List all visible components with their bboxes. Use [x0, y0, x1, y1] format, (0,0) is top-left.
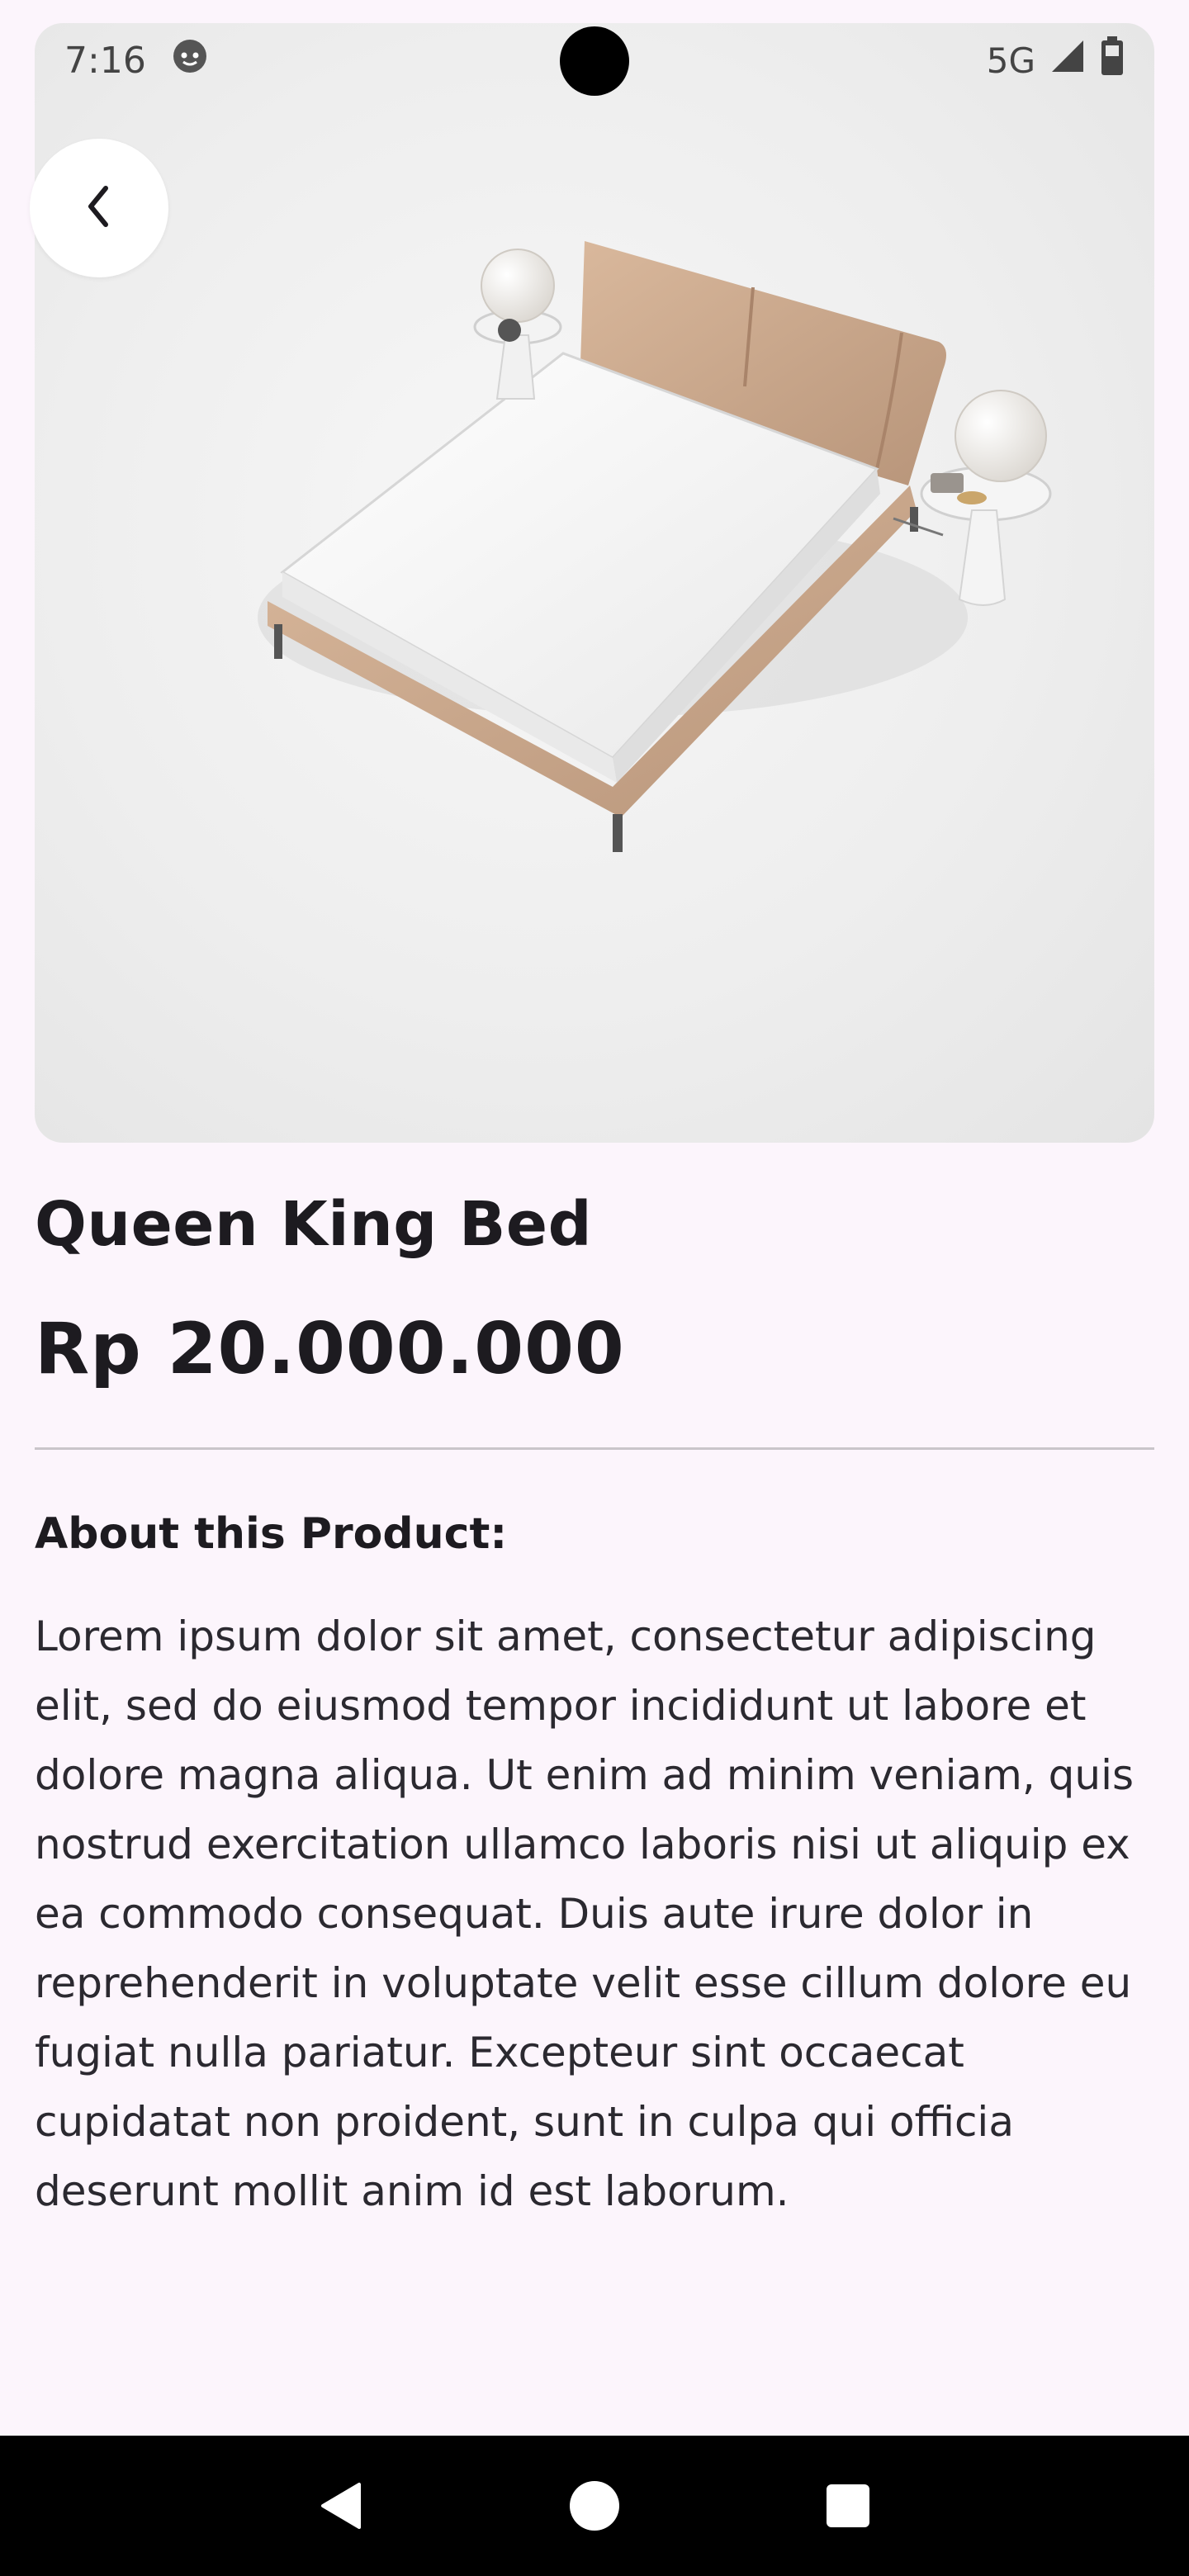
- about-heading: About this Product:: [35, 1509, 508, 1559]
- product-name: Queen King Bed: [35, 1189, 593, 1260]
- product-price: Rp 20.000.000: [35, 1308, 625, 1390]
- back-triangle-icon[interactable]: [308, 2473, 374, 2539]
- status-left: 7:16: [64, 37, 209, 84]
- battery-icon: [1100, 36, 1125, 84]
- product-image: [35, 23, 1154, 1143]
- back-button[interactable]: [30, 139, 168, 277]
- divider: [35, 1447, 1154, 1450]
- camera-cutout: [560, 26, 629, 96]
- system-nav-bar: [0, 2436, 1189, 2576]
- home-circle-icon[interactable]: [561, 2473, 628, 2539]
- signal-icon: [1049, 37, 1087, 83]
- product-description: Lorem ipsum dolor sit amet, consectetur …: [35, 1612, 1135, 2215]
- status-right: 5G: [987, 36, 1125, 84]
- chevron-left-icon: [79, 182, 119, 234]
- recents-square-icon[interactable]: [815, 2473, 881, 2539]
- network-label: 5G: [986, 40, 1035, 81]
- product-detail-screen: 7:16 5G Queen King Bed Rp 20.000.000 Abo…: [0, 0, 1189, 2576]
- face-icon: [171, 37, 209, 84]
- bed-illustration: [258, 241, 1052, 852]
- status-time: 7:16: [64, 39, 146, 82]
